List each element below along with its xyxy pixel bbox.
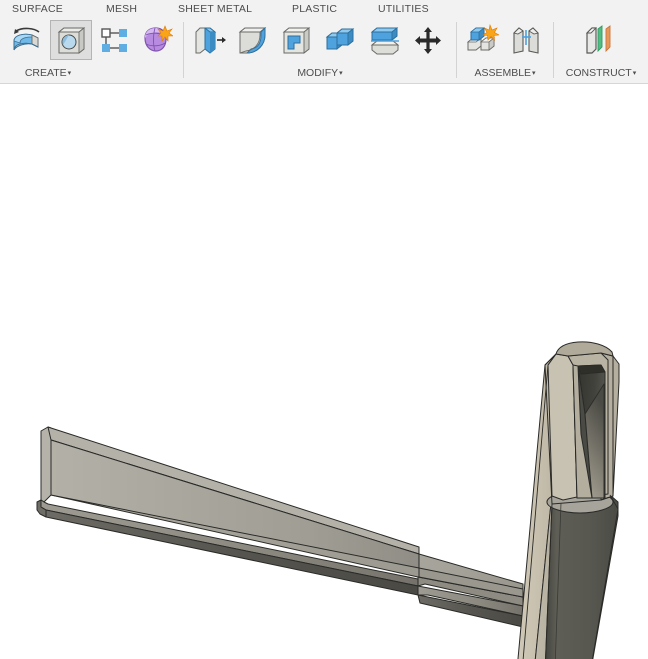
3d-viewport[interactable]	[0, 84, 648, 659]
upper-arm-slot-top	[577, 364, 606, 375]
panel-label-assemble[interactable]: ASSEMBLE▾	[457, 67, 553, 81]
shell-tool[interactable]	[276, 20, 318, 60]
offset-plane-tool[interactable]	[578, 20, 620, 60]
panel-label-create-text: CREATE	[24, 67, 67, 79]
fillet-icon	[238, 26, 267, 54]
tab-sheet-metal[interactable]: SHEET METAL	[178, 2, 252, 16]
offset-plane-icon	[585, 25, 611, 54]
press-pull-tool[interactable]	[188, 20, 230, 60]
ribbon-tab-bar: SURFACE MESH SHEET METAL PLASTIC UTILITI…	[0, 0, 648, 18]
bracket-model	[36, 341, 620, 659]
upper-arm-left-wall	[547, 353, 578, 501]
create-form-icon	[144, 25, 173, 52]
move-copy-tool[interactable]	[408, 20, 450, 60]
panel-label-modify-text: MODIFY	[297, 67, 339, 79]
panel-assemble: ASSEMBLE▾	[457, 18, 553, 84]
pattern-icon	[101, 28, 127, 52]
new-component-icon	[466, 24, 499, 51]
fusion-window: SURFACE MESH SHEET METAL PLASTIC UTILITI…	[0, 0, 648, 659]
revolve-tool[interactable]	[6, 20, 48, 60]
panel-label-modify[interactable]: MODIFY▾	[184, 67, 456, 81]
panel-label-construct-text: CONSTRUCT	[565, 67, 632, 79]
chevron-down-icon: ▾	[67, 70, 72, 77]
tab-plastic[interactable]: PLASTIC	[292, 2, 337, 16]
fillet-tool[interactable]	[232, 20, 274, 60]
revolve-icon	[13, 27, 40, 51]
chevron-down-icon: ▾	[632, 70, 637, 77]
tab-surface[interactable]: SURFACE	[12, 2, 63, 16]
tab-mesh[interactable]: MESH	[106, 2, 137, 16]
joint-icon	[513, 27, 539, 54]
joint-tool[interactable]	[505, 20, 547, 60]
pattern-tool[interactable]	[94, 20, 136, 60]
ribbon-panels: CREATE▾ MODIFY▾ ASSEMBLE▾ CONSTRUCT▾	[0, 18, 648, 84]
chevron-down-icon: ▾	[532, 70, 536, 77]
split-body-icon	[370, 27, 400, 55]
panel-create: CREATE▾	[0, 18, 183, 84]
upper-arm-top-cap	[555, 341, 614, 357]
patch-tool[interactable]	[50, 20, 92, 60]
create-form-tool[interactable]	[135, 20, 177, 60]
panel-label-create[interactable]: CREATE▾	[0, 67, 96, 81]
new-component-tool[interactable]	[461, 20, 503, 60]
panel-label-assemble-text: ASSEMBLE	[474, 67, 532, 79]
combine-tool[interactable]	[320, 20, 362, 60]
chevron-down-icon: ▾	[339, 70, 343, 77]
move-copy-icon	[415, 27, 441, 54]
tab-utilities[interactable]: UTILITIES	[378, 2, 429, 16]
press-pull-icon	[195, 27, 226, 54]
ribbon-toolbar: SURFACE MESH SHEET METAL PLASTIC UTILITI…	[0, 0, 648, 84]
combine-icon	[325, 28, 355, 50]
arm-end-cap	[40, 426, 52, 503]
shell-icon	[282, 27, 311, 54]
panel-modify: MODIFY▾	[184, 18, 456, 84]
panel-construct: CONSTRUCT▾	[554, 18, 648, 84]
panel-label-construct[interactable]: CONSTRUCT▾	[554, 67, 648, 81]
patch-icon	[57, 27, 86, 54]
split-body-tool[interactable]	[364, 20, 406, 60]
